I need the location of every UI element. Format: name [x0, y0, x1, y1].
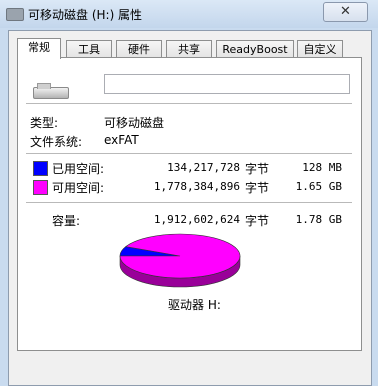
tab-sharing[interactable]: 共享 — [166, 40, 212, 58]
capacity-bytes: 1,912,602,624 — [153, 213, 240, 226]
used-space-bytes: 134,217,728 — [167, 161, 240, 174]
removable-drive-icon — [33, 83, 69, 99]
free-space-unit: 字节 — [245, 181, 270, 195]
drive-label: 驱动器 H: — [168, 298, 221, 312]
window-title: 可移动磁盘 (H:) 属性 — [28, 8, 143, 22]
free-space-bytes: 1,778,384,896 — [153, 180, 240, 193]
tab-general[interactable]: 常规 — [17, 38, 61, 59]
filesystem-label: 文件系统: — [30, 135, 83, 149]
volume-name-input[interactable] — [104, 74, 350, 94]
type-label: 类型: — [30, 116, 59, 130]
close-icon: ✕ — [340, 4, 351, 19]
tab-tools[interactable]: 工具 — [66, 40, 112, 58]
tab-readyboost[interactable]: ReadyBoost — [216, 40, 294, 58]
divider — [26, 153, 352, 155]
used-space-unit: 字节 — [245, 162, 270, 176]
divider — [26, 202, 352, 204]
divider — [26, 103, 352, 105]
pie-slice-1 — [119, 233, 241, 279]
disk-usage-pie-chart — [119, 233, 241, 288]
tab-hardware[interactable]: 硬件 — [116, 40, 162, 58]
tab-customize[interactable]: 自定义 — [297, 40, 343, 58]
properties-dialog: 常规 工具 硬件 共享 ReadyBoost 自定义 类型: 可移动磁盘 文件系… — [8, 30, 372, 386]
capacity-label: 容量: — [52, 214, 81, 228]
free-space-size: 1.65 GB — [295, 180, 342, 193]
free-space-label: 可用空间: — [52, 181, 105, 195]
used-space-size: 128 MB — [302, 161, 342, 174]
close-button[interactable]: ✕ — [323, 2, 368, 22]
capacity-unit: 字节 — [245, 214, 270, 228]
title-bar: 可移动磁盘 (H:) 属性 ✕ — [0, 0, 378, 28]
drive-icon — [6, 8, 24, 21]
used-space-swatch — [33, 161, 48, 176]
filesystem-value: exFAT — [104, 133, 139, 147]
capacity-size: 1.78 GB — [295, 213, 342, 226]
general-panel: 类型: 可移动磁盘 文件系统: exFAT 已用空间: 134,217,728 … — [17, 57, 362, 351]
type-value: 可移动磁盘 — [104, 116, 165, 130]
used-space-label: 已用空间: — [52, 162, 105, 176]
free-space-swatch — [33, 180, 48, 195]
